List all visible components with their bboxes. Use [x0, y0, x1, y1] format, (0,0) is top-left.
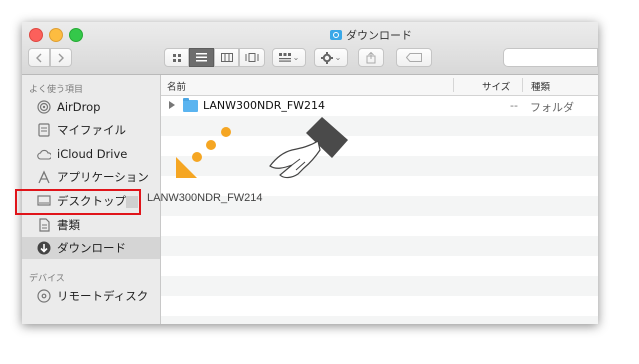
- column-name-header[interactable]: 名前: [167, 79, 186, 93]
- airdrop-icon: [37, 100, 51, 114]
- disc-icon: [37, 289, 51, 303]
- empty-row: [161, 216, 598, 236]
- close-window-button[interactable]: [29, 28, 43, 42]
- sidebar-item-label: リモートディスク: [57, 289, 149, 303]
- empty-row: [161, 256, 598, 276]
- window-title: ダウンロード: [330, 27, 412, 43]
- file-kind: フォルダ: [530, 101, 574, 114]
- download-icon: [37, 241, 51, 255]
- empty-row: [161, 296, 598, 316]
- favorites-header: よく使う項目: [29, 85, 84, 95]
- search-field[interactable]: [503, 48, 598, 67]
- disclosure-triangle-icon[interactable]: [169, 101, 175, 109]
- action-button[interactable]: ⌄: [314, 48, 348, 67]
- back-button[interactable]: [28, 48, 50, 67]
- sidebar-item-label: iCloud Drive: [57, 147, 128, 161]
- sidebar-item-downloads[interactable]: ダウンロード: [22, 237, 160, 259]
- gear-icon: [320, 51, 333, 64]
- column-view-button[interactable]: [214, 48, 239, 67]
- sidebar-item-airdrop[interactable]: AirDrop: [22, 96, 160, 118]
- zoom-window-button[interactable]: [69, 28, 83, 42]
- finder-window: ダウンロード ⌄ ⌄ よく使う項目 AirDrop マイファイル iCloud …: [22, 22, 598, 324]
- empty-row: [161, 136, 598, 156]
- cover-flow-icon: [245, 53, 259, 62]
- column-size-header[interactable]: サイズ: [482, 79, 510, 93]
- sidebar-item-icloud-drive[interactable]: iCloud Drive: [22, 143, 160, 165]
- sidebar-item-label: ダウンロード: [57, 241, 126, 255]
- sidebar-item-label: AirDrop: [57, 100, 101, 114]
- empty-row: [161, 156, 598, 176]
- chevron-right-icon: [58, 53, 64, 62]
- minimize-window-button[interactable]: [49, 28, 63, 42]
- list-view-icon: [196, 53, 207, 62]
- share-icon: [366, 51, 376, 63]
- title-bar: ダウンロード ⌄ ⌄: [22, 22, 598, 75]
- all-files-icon: [37, 123, 51, 137]
- empty-row: [161, 276, 598, 296]
- drag-ghost-icon: [126, 196, 138, 208]
- desktop-highlight-box: [15, 189, 141, 215]
- share-button[interactable]: [358, 48, 384, 67]
- chevron-left-icon: [36, 53, 42, 62]
- folder-icon: [183, 98, 198, 112]
- arrange-icon: [278, 53, 291, 62]
- empty-row: [161, 316, 598, 324]
- column-header: 名前 サイズ 種類: [161, 75, 598, 96]
- column-view-icon: [220, 53, 233, 62]
- list-view-button[interactable]: [189, 48, 214, 67]
- icon-view-button[interactable]: [164, 48, 189, 67]
- cloud-icon: [37, 147, 51, 161]
- tag-button[interactable]: [396, 48, 432, 67]
- devices-header: デバイス: [29, 274, 65, 284]
- icon-view-icon: [172, 53, 181, 62]
- applications-icon: [37, 170, 51, 184]
- table-row[interactable]: LANW300NDR_FW214 -- フォルダ: [161, 96, 598, 116]
- empty-row: [161, 236, 598, 256]
- sidebar-item-label: 書類: [57, 218, 80, 232]
- sidebar-item-applications[interactable]: アプリケーション: [22, 166, 160, 188]
- forward-button[interactable]: [50, 48, 72, 67]
- sidebar-item-label: マイファイル: [57, 123, 126, 137]
- downloads-folder-icon: [330, 30, 342, 40]
- column-kind-header[interactable]: 種類: [531, 79, 550, 93]
- action-chevron: ⌄: [334, 53, 342, 62]
- tag-icon: [406, 53, 422, 62]
- cover-flow-button[interactable]: [239, 48, 265, 67]
- sidebar-item-all-files[interactable]: マイファイル: [22, 119, 160, 141]
- arrange-button[interactable]: ⌄: [272, 48, 306, 67]
- arrange-chevron: ⌄: [292, 53, 300, 62]
- sidebar-item-documents[interactable]: 書類: [22, 214, 160, 236]
- empty-row: [161, 116, 598, 136]
- file-name: LANW300NDR_FW214: [203, 99, 326, 112]
- documents-icon: [37, 218, 51, 232]
- window-title-text: ダウンロード: [346, 29, 412, 42]
- sidebar-item-label: アプリケーション: [57, 170, 149, 184]
- column-divider[interactable]: [522, 78, 523, 92]
- file-size: --: [510, 99, 518, 112]
- sidebar-item-remote-disc[interactable]: リモートディスク: [22, 285, 160, 307]
- column-divider[interactable]: [453, 78, 454, 92]
- drag-item-label: LANW300NDR_FW214: [147, 192, 263, 204]
